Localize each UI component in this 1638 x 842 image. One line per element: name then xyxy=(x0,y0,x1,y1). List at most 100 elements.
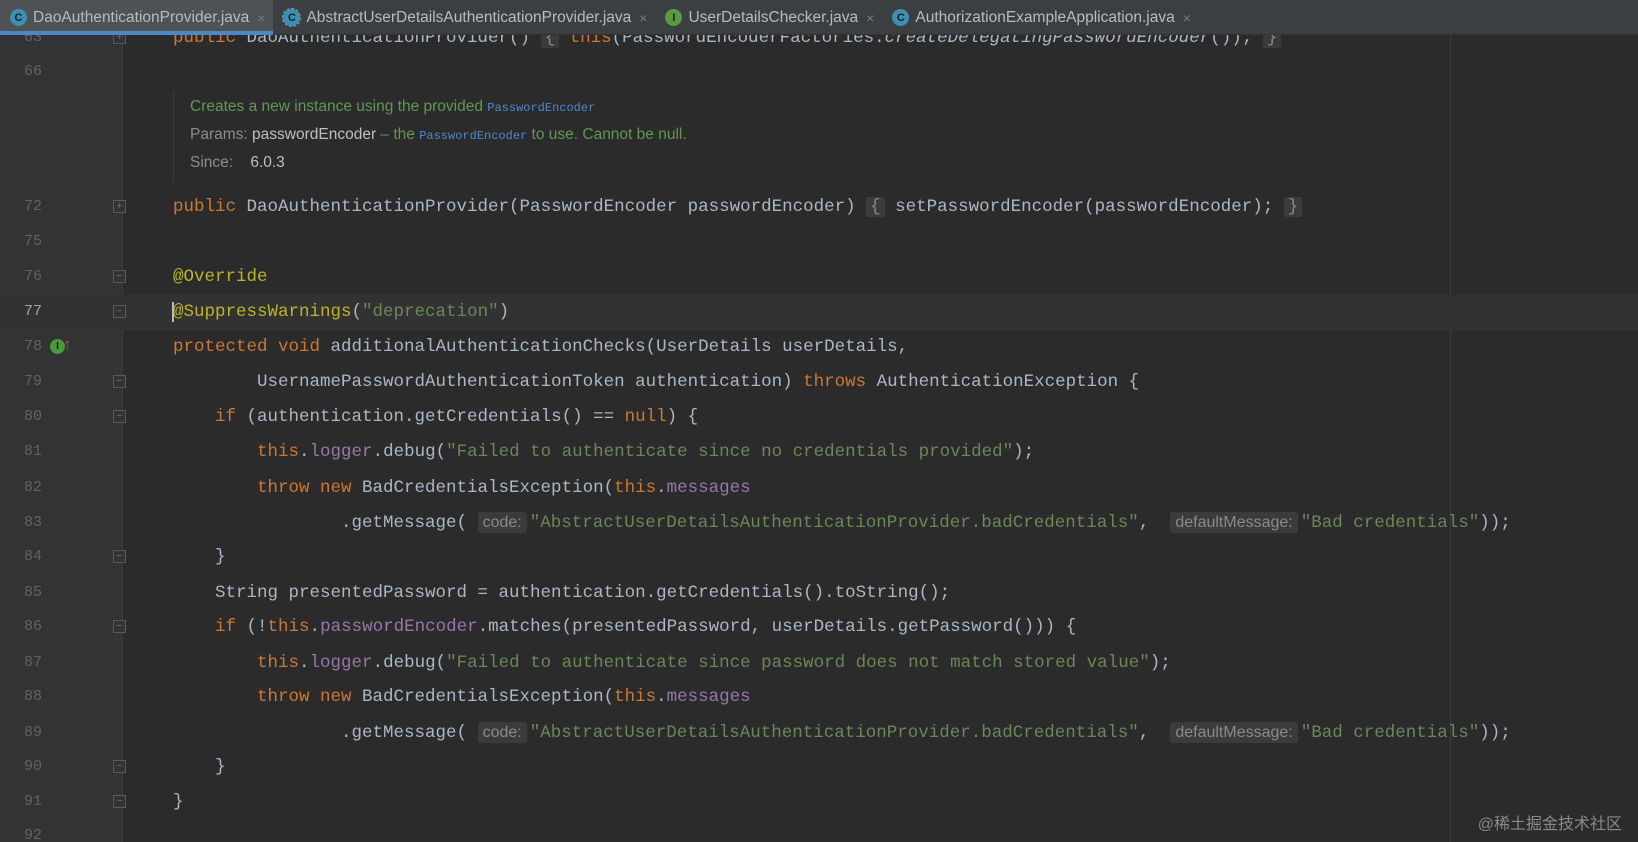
fold-collapse-icon[interactable]: − xyxy=(113,270,126,283)
overrides-arrow-icon[interactable]: ↑ xyxy=(63,335,72,355)
string-literal: "AbstractUserDetailsAuthenticationProvid… xyxy=(529,513,1139,533)
line-number[interactable]: 88 xyxy=(10,688,42,705)
code-text: @Override xyxy=(173,267,268,287)
code-token: .getMessage( xyxy=(173,513,478,533)
code-line[interactable]: 66 xyxy=(0,55,1638,90)
doc-link-password-encoder[interactable]: PasswordEncoder xyxy=(487,101,595,115)
line-number[interactable]: 75 xyxy=(10,233,42,250)
code-token: } xyxy=(173,547,226,567)
code-token: ); xyxy=(1149,653,1171,673)
code-text: .getMessage( code: "AbstractUserDetailsAu… xyxy=(173,722,1511,743)
line-number[interactable]: 82 xyxy=(10,479,42,496)
line-number[interactable]: 77 xyxy=(10,303,42,320)
string-literal: "AbstractUserDetailsAuthenticationProvid… xyxy=(529,723,1139,743)
fold-expand-icon[interactable]: + xyxy=(113,200,126,213)
code-token: BadCredentialsException( xyxy=(362,478,615,498)
code-line[interactable]: 72 + public DaoAuthenticationProvider(Pass… xyxy=(0,190,1638,225)
code-token: additionalAuthenticationChecks(UserDetai… xyxy=(330,337,909,357)
code-token: .debug( xyxy=(372,653,447,673)
code-line[interactable]: 79 − UsernamePasswordAuthenticationToken … xyxy=(0,365,1638,400)
code-line[interactable]: 88 throw new BadCredentialsException(thi… xyxy=(0,680,1638,715)
code-line[interactable]: 89 .getMessage( code: "AbstractUserDetail… xyxy=(0,716,1638,751)
line-number[interactable]: 81 xyxy=(10,443,42,460)
code-line[interactable]: 85 String presentedPassword = authentica… xyxy=(0,576,1638,611)
code-text: protected void additionalAuthenticationC… xyxy=(173,337,908,357)
code-text: UsernamePasswordAuthenticationToken auth… xyxy=(173,372,1139,392)
close-icon[interactable]: × xyxy=(1183,10,1191,26)
tab-abstractuserdetailsauthenticationprovider[interactable]: C AbstractUserDetailsAuthenticationProvid… xyxy=(273,0,655,35)
code-line[interactable]: 91 −} xyxy=(0,785,1638,820)
fold-collapse-icon[interactable]: − xyxy=(113,410,126,423)
close-icon[interactable]: × xyxy=(866,10,874,26)
line-number[interactable]: 91 xyxy=(10,793,42,810)
close-icon[interactable]: × xyxy=(257,10,265,26)
line-number[interactable]: 92 xyxy=(10,827,42,842)
code-line[interactable]: 92 xyxy=(0,819,1638,842)
code-token: .matches(presentedPassword, userDetails.… xyxy=(477,617,1077,637)
line-number[interactable]: 84 xyxy=(10,548,42,565)
code-line[interactable]: 82 throw new BadCredentialsException(thi… xyxy=(0,471,1638,506)
code-line[interactable]: 84 − } xyxy=(0,540,1638,575)
code-token: . xyxy=(309,617,321,637)
code-token: String presentedPassword = authenticatio… xyxy=(173,583,951,603)
fold-collapse-icon[interactable]: − xyxy=(113,550,126,563)
keyword: protected void xyxy=(173,337,331,357)
code-token: AuthenticationException { xyxy=(876,372,1140,392)
code-line[interactable]: 81 this.logger.debug("Failed to authenti… xyxy=(0,435,1638,470)
code-token: (authentication.getCredentials() == xyxy=(246,407,625,427)
tab-daoauthenticationprovider[interactable]: C DaoAuthenticationProvider.java × xyxy=(0,0,274,35)
doc-link-password-encoder[interactable]: PasswordEncoder xyxy=(419,129,527,143)
rendered-javadoc: Creates a new instance using the provide… xyxy=(173,92,1450,182)
tab-label: AbstractUserDetailsAuthenticationProvide… xyxy=(306,8,632,26)
code-text: } xyxy=(173,547,226,567)
line-number[interactable]: 83 xyxy=(10,514,42,531)
field: logger xyxy=(309,442,373,462)
code-token: , xyxy=(1138,723,1171,743)
line-number[interactable]: 72 xyxy=(10,198,42,215)
close-icon[interactable]: × xyxy=(639,10,647,26)
fold-collapse-icon[interactable]: − xyxy=(113,760,126,773)
text-caret xyxy=(172,302,174,322)
tab-authorizationexampleapplication[interactable]: C AuthorizationExampleApplication.java × xyxy=(882,0,1199,35)
fold-collapse-icon[interactable]: − xyxy=(113,375,126,388)
doc-summary: Creates a new instance using the provide… xyxy=(190,98,1450,126)
code-line[interactable]: 75 xyxy=(0,225,1638,260)
code-token: .getMessage( xyxy=(173,723,478,743)
line-number[interactable]: 87 xyxy=(10,654,42,671)
code-token: UsernamePasswordAuthenticationToken auth… xyxy=(173,372,804,392)
fold-collapse-icon[interactable]: − xyxy=(113,620,126,633)
doc-since: Since: 6.0.3 xyxy=(190,154,1450,182)
folded-brace[interactable]: { xyxy=(866,197,885,217)
line-number[interactable]: 90 xyxy=(10,758,42,775)
line-number[interactable]: 80 xyxy=(10,408,42,425)
tab-userdetailschecker[interactable]: I UserDetailsChecker.java × xyxy=(655,0,882,35)
folded-brace[interactable]: } xyxy=(1283,197,1303,217)
code-line[interactable]: 80 − if (authentication.getCredentials() … xyxy=(0,400,1638,435)
code-line[interactable]: 83 .getMessage( code: "AbstractUserDetail… xyxy=(0,506,1638,541)
code-line[interactable]: 76 − @Override xyxy=(0,260,1638,295)
code-token: } xyxy=(173,757,226,777)
code-line[interactable]: 86 − if (!this.passwordEncoder.matches(pr… xyxy=(0,610,1638,645)
code-token: ) xyxy=(498,302,510,322)
field: passwordEncoder xyxy=(320,617,478,637)
string-literal: "deprecation" xyxy=(362,302,499,322)
tab-label: UserDetailsChecker.java xyxy=(688,8,859,26)
fold-collapse-icon[interactable]: − xyxy=(113,795,126,808)
code-token: ) { xyxy=(666,407,699,427)
line-number[interactable]: 86 xyxy=(10,618,42,635)
line-number[interactable]: 66 xyxy=(10,63,42,80)
line-number[interactable]: 79 xyxy=(10,373,42,390)
line-number[interactable]: 89 xyxy=(10,724,42,741)
line-number[interactable]: 85 xyxy=(10,584,42,601)
line-number[interactable]: 76 xyxy=(10,268,42,285)
code-line[interactable]: 78 I ↑ protected void additionalAuthenticat… xyxy=(0,330,1638,365)
code-token: (! xyxy=(246,617,268,637)
keyword: throws xyxy=(803,372,877,392)
string-literal: "Failed to authenticate since password d… xyxy=(446,653,1150,673)
fold-collapse-icon[interactable]: − xyxy=(113,305,126,318)
code-line[interactable]: 90 − } xyxy=(0,750,1638,785)
annotation: @SuppressWarnings xyxy=(173,302,352,322)
code-line[interactable]: 87 this.logger.debug("Failed to authenti… xyxy=(0,646,1638,681)
line-number[interactable]: 78 xyxy=(10,338,42,355)
code-line[interactable]: 77 − @SuppressWarnings("deprecation") xyxy=(0,295,1638,330)
